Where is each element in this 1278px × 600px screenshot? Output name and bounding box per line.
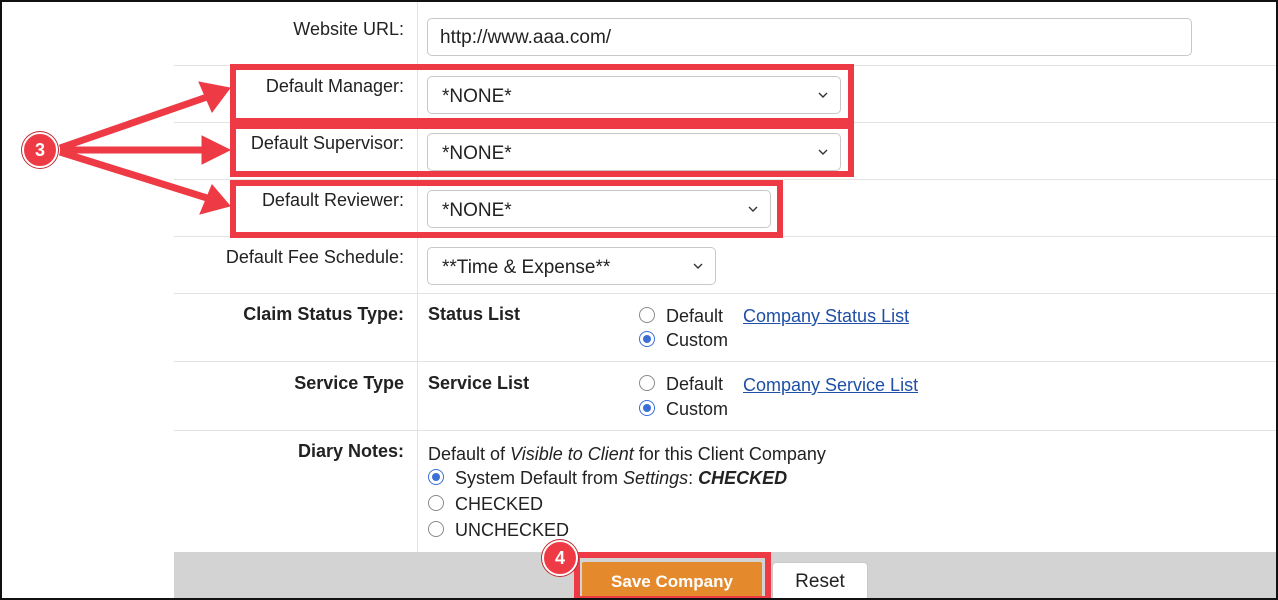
annotation-arrows <box>58 81 232 215</box>
annotation-badge-3: 3 <box>22 132 58 168</box>
form-frame: Website URL: http://www.aaa.com/ Default… <box>0 0 1278 600</box>
annotation-badge-4: 4 <box>542 540 578 576</box>
arrow-to-reviewer <box>58 148 209 202</box>
arrow-to-manager <box>58 93 209 152</box>
arrow-head-supervisor <box>201 135 232 165</box>
